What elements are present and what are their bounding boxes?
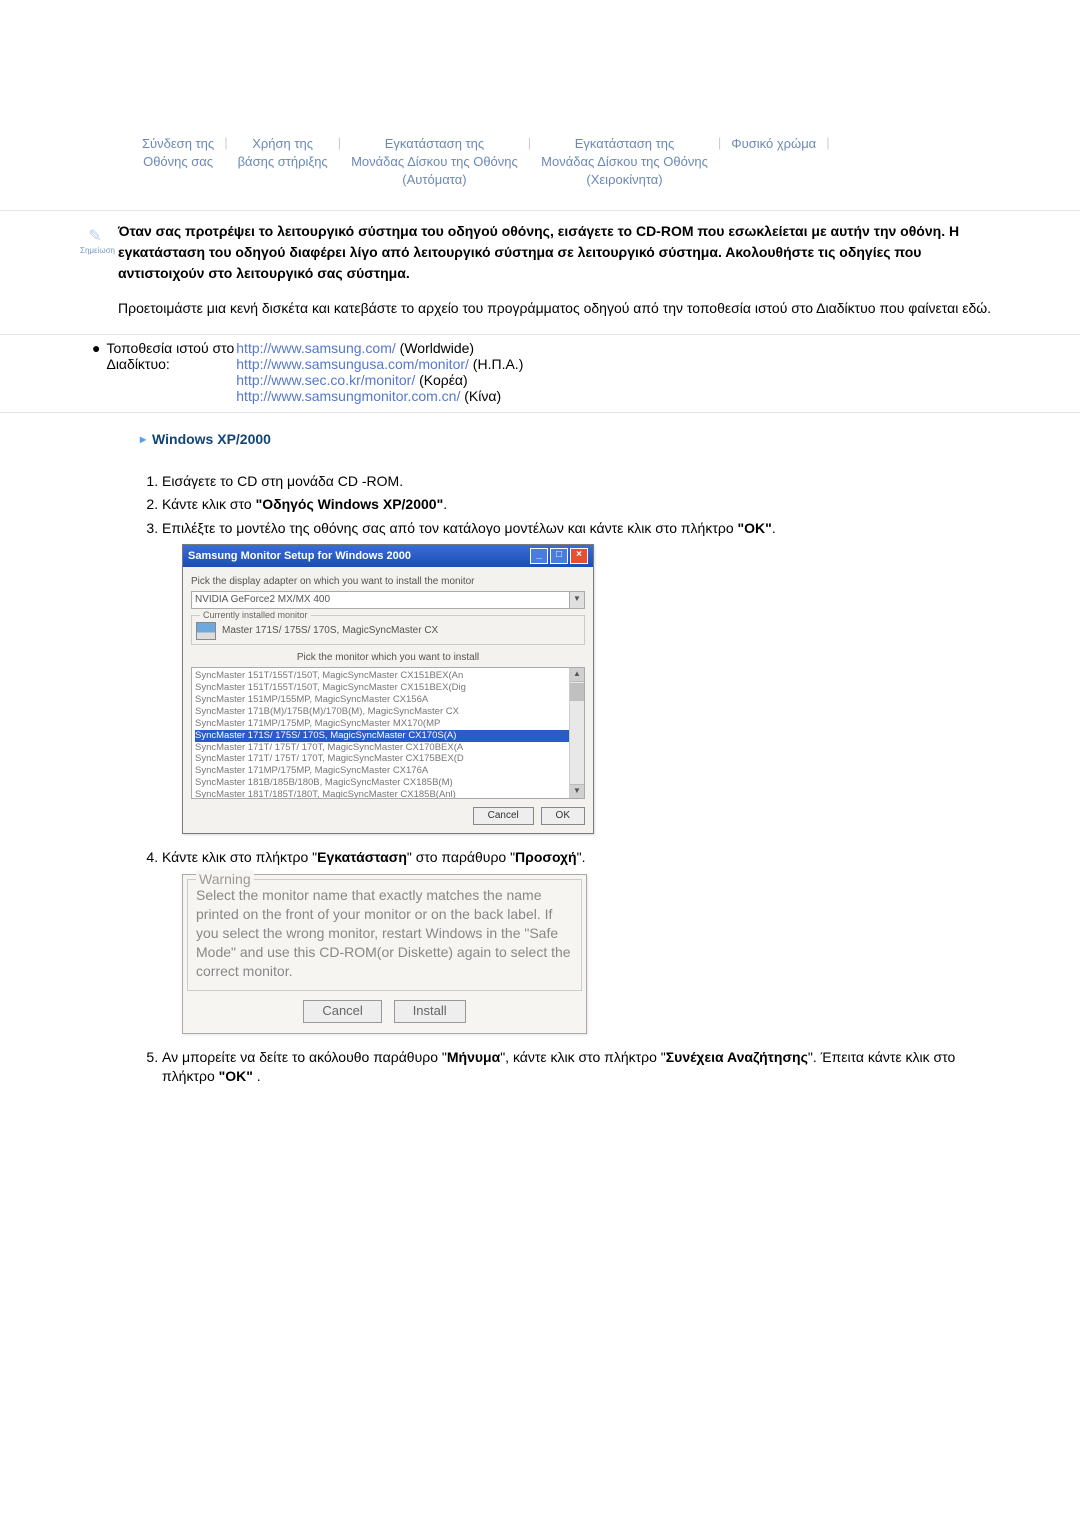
nav-separator: |: [520, 135, 539, 150]
pin-icon: ✎: [88, 228, 101, 245]
adapter-value: NVIDIA GeForce2 MX/MX 400: [192, 592, 569, 608]
dialog-text: Pick the display adapter on which you wa…: [191, 575, 585, 589]
section-heading: ▸ Windows XP/2000: [0, 421, 1080, 447]
nav-tab-install-auto[interactable]: Εγκατάσταση της Μονάδας Δίσκου της Οθόνη…: [349, 135, 520, 190]
note-paragraph: Προετοιμάστε μια κενή δισκέτα και κατεβά…: [118, 298, 1000, 319]
nav-tab-install-manual[interactable]: Εγκατάσταση της Μονάδας Δίσκου της Οθόνη…: [539, 135, 710, 190]
list-item[interactable]: SyncMaster 151T/155T/150T, MagicSyncMast…: [195, 670, 581, 682]
monitor-listbox[interactable]: SyncMaster 151T/155T/150T, MagicSyncMast…: [191, 667, 585, 799]
link-suffix: (Η.Π.Α.): [469, 356, 523, 372]
link-suffix: (Κορέα): [415, 372, 467, 388]
setup-dialog: Samsung Monitor Setup for Windows 2000 _…: [182, 544, 594, 834]
nav-separator: |: [710, 135, 729, 150]
note-label: Σημείωση: [80, 246, 110, 255]
top-nav: Σύνδεση της Οθόνης σας | Χρήση της βάσης…: [0, 0, 1080, 210]
link-samsung-world[interactable]: http://www.samsung.com/: [236, 340, 396, 356]
list-item[interactable]: SyncMaster 171B(M)/175B(M)/170B(M), Magi…: [195, 706, 581, 718]
scroll-thumb[interactable]: [570, 683, 584, 701]
dialog-text: Pick the monitor which you want to insta…: [191, 651, 585, 665]
link-suffix: (Κίνα): [460, 388, 501, 404]
maximize-icon[interactable]: □: [550, 548, 568, 564]
nav-separator: |: [216, 135, 235, 150]
step-item: Αν μπορείτε να δείτε το ακόλουθο παράθυρ…: [162, 1048, 1000, 1087]
warning-text: Select the monitor name that exactly mat…: [196, 886, 573, 980]
note-bold-text: Όταν σας προτρέψει το λειτουργικό σύστημ…: [118, 221, 1000, 284]
arrow-icon: ▸: [140, 432, 146, 446]
link-suffix: (Worldwide): [396, 340, 474, 356]
link-sec-korea[interactable]: http://www.sec.co.kr/monitor/: [236, 372, 415, 388]
close-icon[interactable]: ×: [570, 548, 588, 564]
list-item[interactable]: SyncMaster 171MP/175MP, MagicSyncMaster …: [195, 718, 581, 730]
nav-tab-natural-color[interactable]: Φυσικό χρώμα: [729, 135, 818, 153]
note-section: ✎ Σημείωση Όταν σας προτρέψει το λειτουρ…: [0, 210, 1080, 335]
list-item[interactable]: SyncMaster 171T/ 175T/ 170T, MagicSyncMa…: [195, 742, 581, 754]
cancel-button[interactable]: Cancel: [473, 807, 534, 825]
link-samsung-china[interactable]: http://www.samsungmonitor.com.cn/: [236, 388, 460, 404]
group-label: Currently installed monitor: [200, 609, 311, 622]
list-item[interactable]: SyncMaster 181T/185T/180T, MagicSyncMast…: [195, 789, 581, 799]
step-item: Εισάγετε το CD στη μονάδα CD -ROM.: [162, 472, 1000, 492]
web-links-row: ● Τοποθεσία ιστού στο Διαδίκτυο: http://…: [0, 335, 1080, 404]
monitor-icon: [196, 622, 216, 640]
list-item[interactable]: SyncMaster 151T/155T/150T, MagicSyncMast…: [195, 682, 581, 694]
chevron-down-icon[interactable]: ▼: [569, 592, 584, 608]
note-icon: ✎ Σημείωση: [80, 221, 110, 255]
section-title: Windows XP/2000: [152, 431, 271, 447]
bullet-icon: ●: [92, 340, 106, 356]
web-links-label: Τοποθεσία ιστού στο Διαδίκτυο:: [106, 340, 234, 372]
cancel-button[interactable]: Cancel: [303, 1000, 381, 1022]
nav-tab-connect[interactable]: Σύνδεση της Οθόνης σας: [140, 135, 216, 171]
list-item[interactable]: SyncMaster 171MP/175MP, MagicSyncMaster …: [195, 765, 581, 777]
dialog-title: Samsung Monitor Setup for Windows 2000: [188, 549, 411, 564]
current-monitor-text: Master 171S/ 175S/ 170S, MagicSyncMaster…: [222, 624, 438, 638]
link-samsung-usa[interactable]: http://www.samsungusa.com/monitor/: [236, 356, 469, 372]
nav-separator: |: [818, 135, 837, 150]
steps-list: Εισάγετε το CD στη μονάδα CD -ROM. Κάντε…: [0, 447, 1080, 1087]
nav-tab-stand[interactable]: Χρήση της βάσης στήριξης: [236, 135, 330, 171]
list-item[interactable]: SyncMaster 151MP/155MP, MagicSyncMaster …: [195, 694, 581, 706]
nav-separator: |: [330, 135, 349, 150]
scroll-up-icon[interactable]: ▲: [570, 668, 584, 682]
list-item[interactable]: SyncMaster 171T/ 175T/ 170T, MagicSyncMa…: [195, 753, 581, 765]
divider: [0, 412, 1080, 413]
warning-dialog: Warning Select the monitor name that exa…: [182, 874, 587, 1034]
list-item[interactable]: SyncMaster 171S/ 175S/ 170S, MagicSyncMa…: [195, 730, 581, 742]
minimize-icon[interactable]: _: [530, 548, 548, 564]
adapter-dropdown[interactable]: NVIDIA GeForce2 MX/MX 400 ▼: [191, 591, 585, 609]
step-item: Κάντε κλικ στο "Οδηγός Windows XP/2000".: [162, 495, 1000, 515]
list-item[interactable]: SyncMaster 181B/185B/180B, MagicSyncMast…: [195, 777, 581, 789]
scrollbar[interactable]: ▲ ▼: [569, 668, 584, 798]
scroll-down-icon[interactable]: ▼: [570, 784, 584, 798]
ok-button[interactable]: OK: [541, 807, 585, 825]
install-button[interactable]: Install: [394, 1000, 466, 1022]
step-item: Επιλέξτε το μοντέλο της οθόνης σας από τ…: [162, 519, 1000, 835]
warning-title: Warning: [196, 870, 254, 890]
dialog-titlebar: Samsung Monitor Setup for Windows 2000 _…: [183, 545, 593, 567]
step-item: Κάντε κλικ στο πλήκτρο "Εγκατάσταση" στο…: [162, 848, 1000, 1033]
